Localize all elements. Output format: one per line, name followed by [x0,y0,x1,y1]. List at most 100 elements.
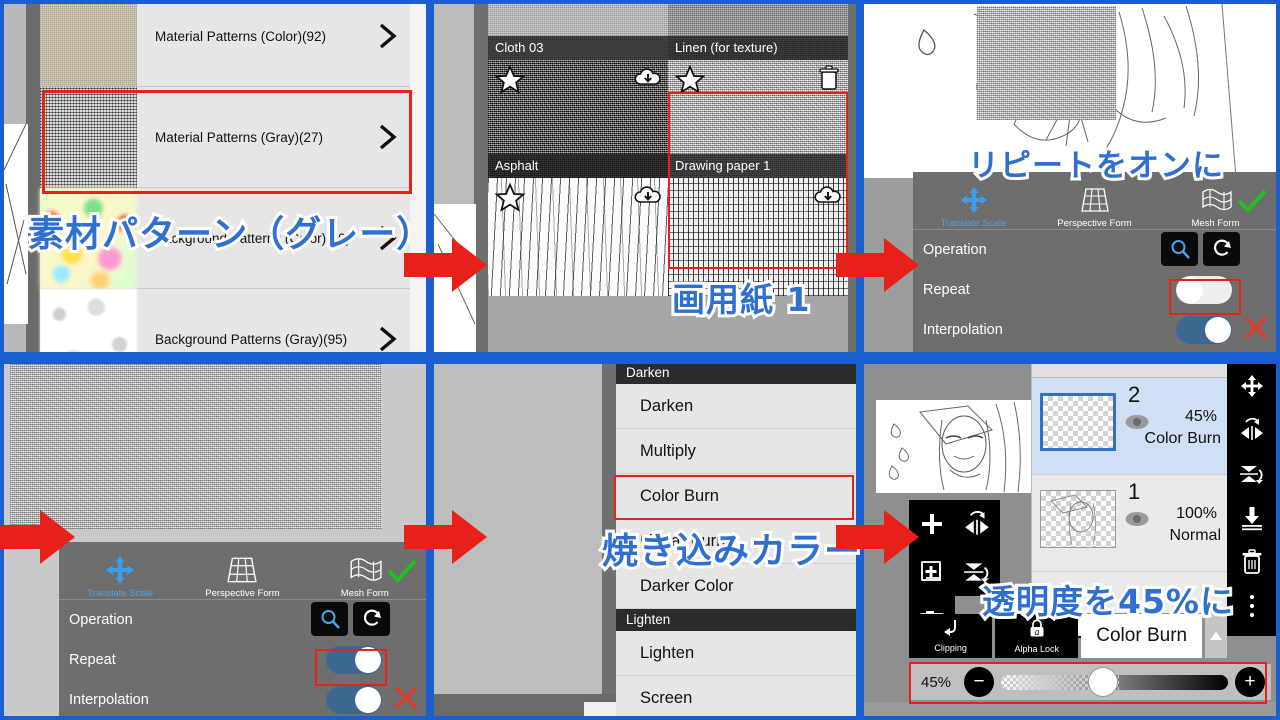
repeat-toggle[interactable] [326,646,382,674]
interpolation-toggle[interactable] [326,686,382,714]
material-cell[interactable]: Cloth 03 [488,4,668,60]
blend-mode-item[interactable]: Darken [616,384,856,429]
list-item[interactable]: Background Patterns (Gray)(95) [40,288,410,352]
slider-knob[interactable] [1089,668,1118,696]
opacity-slider-track[interactable] [1001,668,1228,696]
transform-toolbar: Translate Scale Perspective Form Mesh Fo… [59,542,426,716]
layer-thumbnail[interactable] [1040,490,1116,548]
pasted-texture-preview [977,6,1116,120]
layer-number: 2 [1128,382,1141,407]
move-arrows-icon [913,184,1034,216]
star-icon[interactable] [494,64,526,101]
panel1-left-dark-strip [26,4,40,352]
annotation-turn-on-repeat: リピートをオンに [965,145,1226,187]
layer-list-header [1032,364,1227,378]
material-caption: Asphalt [488,154,668,178]
cloud-download-icon[interactable] [633,66,663,93]
move-arrows-icon [59,554,181,586]
panel-material-category-list: Material Patterns (Color)(92) Material P… [4,4,426,352]
chevron-right-icon[interactable] [366,324,410,352]
blend-mode-item[interactable]: Multiply [616,429,856,474]
row-operation: Operation [913,230,1276,270]
chevron-right-icon[interactable] [366,21,410,51]
rotate-icon[interactable] [1203,232,1240,266]
tab-label: Mesh Form [340,588,389,599]
layer-blend-mode: Normal [1169,527,1221,544]
interpolation-toggle[interactable] [1176,316,1232,344]
star-icon[interactable] [674,64,706,101]
blend-group-header: Darken [616,364,856,384]
opacity-value: 45% [920,673,952,691]
toggle-knob [355,687,381,713]
layer-opacity: 100% [1176,505,1217,522]
material-cell[interactable]: Linen (for texture) [668,4,848,60]
annotation-set-opacity-45: 透明度を45%に [979,579,1236,624]
list-item[interactable]: Material Patterns (Color)(92) [40,4,410,87]
panel2-left-dark-strip [474,4,488,352]
tab-translate-scale[interactable]: Translate Scale [913,184,1034,229]
row-label: Operation [923,242,987,258]
background-sketch-sliver [4,123,28,324]
more-options-icon[interactable] [1227,584,1276,628]
material-cell[interactable]: Asphalt [488,60,668,178]
blend-mode-item[interactable]: Screen [616,676,856,716]
check-icon[interactable] [1236,188,1268,219]
panel1-right-strip [410,4,426,352]
tutorial-collage: Material Patterns (Color)(92) Material P… [0,0,1280,720]
trash-icon[interactable] [1227,540,1276,584]
tab-translate-scale[interactable]: Translate Scale [59,554,181,599]
rotate-icon[interactable] [353,602,390,636]
x-icon[interactable] [1242,314,1270,347]
flip-horizontal-icon[interactable] [1227,408,1276,452]
tab-perspective-form[interactable]: Perspective Form [181,554,303,599]
layer-row[interactable]: 2 45% Color Burn [1032,378,1227,475]
blend-mode-item[interactable]: Lighten [616,631,856,676]
panel-layer-settings: 2 45% Color Burn 1 100% Normal Clipping … [864,364,1276,716]
magnifier-icon[interactable] [1161,232,1198,266]
thumbnail-beige-grain [40,4,137,87]
material-cell[interactable] [488,178,668,296]
list-item[interactable]: Material Patterns (Gray)(27) [40,86,410,188]
eye-icon[interactable] [1124,511,1150,532]
clipping-button[interactable]: Clipping [909,614,993,658]
thumbnail-white-flowers [40,288,137,352]
material-cell-selected[interactable]: Drawing paper 1 [668,60,848,178]
panel2-right-dark-strip [848,4,856,352]
flip-horizontal-icon[interactable] [954,500,999,548]
blend-mode-item-color-burn[interactable]: Color Burn [616,474,856,519]
material-caption: Cloth 03 [488,36,668,60]
tab-perspective-form[interactable]: Perspective Form [1034,184,1155,229]
button-label: Clipping [934,643,967,653]
flip-vertical-icon[interactable] [1227,452,1276,496]
tab-label: Mesh Form [1191,218,1240,229]
perspective-grid-icon [1034,184,1155,216]
chevron-right-icon[interactable] [366,122,410,152]
x-icon[interactable] [392,684,420,717]
operation-buttons [311,602,390,636]
flow-arrow-4 [404,508,488,571]
layer-thumbnail[interactable] [1040,393,1116,451]
button-label: Alpha Lock [1014,644,1060,654]
cloud-download-icon[interactable] [633,184,663,211]
trash-icon[interactable] [817,64,841,97]
merge-down-icon[interactable] [1227,496,1276,540]
annotation-material-patterns-gray: 素材パターン（グレー） [25,211,435,258]
toggle-knob [355,647,381,673]
plus-icon[interactable]: + [1235,667,1265,697]
minus-icon[interactable]: − [964,667,994,697]
material-caption: Linen (for texture) [668,36,848,60]
tab-label: Translate Scale [87,588,153,599]
move-arrows-icon[interactable] [1227,364,1276,408]
list-item-label: Material Patterns (Color)(92) [155,28,327,44]
layer-row[interactable]: 1 100% Normal [1032,475,1227,572]
transform-toolbar: Translate Scale Perspective Form Mesh Fo… [913,172,1276,352]
pasted-texture-preview-large [10,364,382,529]
star-icon[interactable] [494,182,526,219]
magnifier-icon[interactable] [311,602,348,636]
layer-opacity: 45% [1184,408,1217,425]
repeat-toggle[interactable] [1176,276,1232,304]
material-grid: Cloth 03 Linen (for texture) Asphalt Dra… [488,4,848,296]
transform-tool-tabs: Translate Scale Perspective Form Mesh Fo… [59,542,426,600]
annotation-drawing-paper: 画用紙 1 [669,277,812,322]
cloud-download-icon[interactable] [813,184,843,211]
